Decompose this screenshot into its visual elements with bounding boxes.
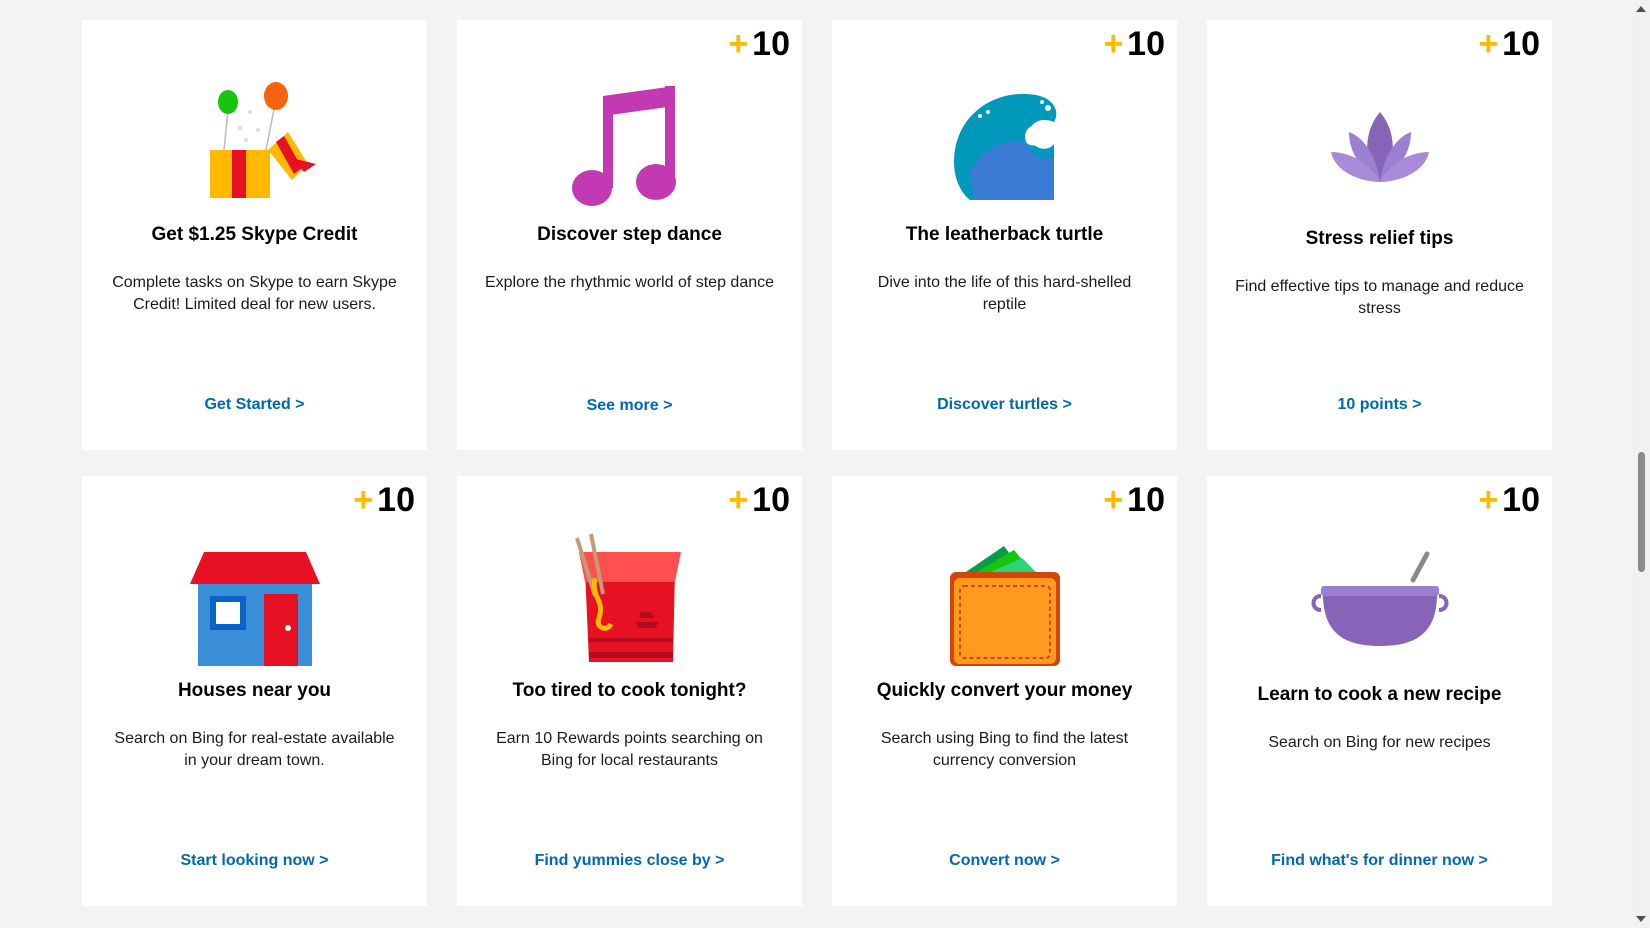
card-description: Find effective tips to manage and reduce… [1235,278,1524,317]
card-description: Search on Bing for real-estate available… [114,730,395,769]
card-title: Houses near you [177,680,332,701]
plus-icon: + [1103,481,1124,519]
plus-icon: + [728,25,749,63]
music-note-icon [555,72,705,222]
vertical-scrollbar[interactable] [1633,0,1650,928]
points-value: 10 [377,481,415,519]
offer-card-houses[interactable]: +10 Houses near you Search on Bing for r… [82,476,427,906]
plus-icon: + [728,481,749,519]
card-link[interactable]: Convert now > [832,852,1177,870]
card-link[interactable]: Find what's for dinner now > [1207,852,1552,870]
points-value: 10 [1502,481,1540,519]
plus-icon: + [353,481,374,519]
card-title: The leatherback turtle [905,224,1104,245]
ocean-wave-icon [930,72,1080,222]
card-link[interactable]: Discover turtles > [832,396,1177,414]
offer-card-recipes[interactable]: +10 Learn to cook a new recipe Search on… [1207,476,1552,906]
points-value: 10 [752,481,790,519]
points-value: 10 [752,25,790,63]
points-badge: +10 [1103,480,1165,520]
card-description: Search using Bing to find the latest cur… [880,730,1129,769]
wallet-icon [930,528,1080,678]
points-badge: +10 [1478,24,1540,64]
plus-icon: + [1103,25,1124,63]
house-icon [180,528,330,678]
card-description: Explore the rhythmic world of step dance [484,274,775,291]
card-title: Too tired to cook tonight? [512,680,747,701]
rewards-page: Get $1.25 Skype Credit Complete tasks on… [0,0,1650,928]
card-title: Get $1.25 Skype Credit [151,224,358,245]
points-badge: +10 [728,480,790,520]
points-badge: +10 [1103,24,1165,64]
gift-balloons-icon [180,72,330,222]
plus-icon: + [1478,481,1499,519]
card-link[interactable]: Get Started > [82,396,427,414]
lotus-icon [1305,72,1455,222]
cooking-pot-icon [1305,528,1455,678]
points-badge: +10 [1478,480,1540,520]
card-title: Discover step dance [537,224,722,245]
takeout-box-icon [555,528,705,678]
points-value: 10 [1127,25,1165,63]
points-badge: +10 [728,24,790,64]
card-title: Stress relief tips [1305,228,1454,249]
plus-icon: + [1478,25,1499,63]
card-link[interactable]: Start looking now > [82,852,427,870]
points-badge: +10 [353,480,415,520]
offers-grid: Get $1.25 Skype Credit Complete tasks on… [82,20,1554,906]
points-value: 10 [1502,25,1540,63]
scroll-down-arrow-icon[interactable] [1636,916,1646,922]
scrollbar-thumb[interactable] [1638,452,1645,572]
card-description: Search on Bing for new recipes [1268,734,1491,751]
card-title: Learn to cook a new recipe [1257,684,1502,705]
offer-card-stress-relief[interactable]: +10 Stress relief tips Find effective ti… [1207,20,1552,450]
card-description: Earn 10 Rewards points searching on Bing… [496,730,763,769]
card-link[interactable]: See more > [457,397,802,415]
offer-card-currency[interactable]: +10 Quickly convert your money Search us… [832,476,1177,906]
offer-card-step-dance[interactable]: +10 Discover step dance Explore the rhyt… [457,20,802,450]
card-link[interactable]: Find yummies close by > [457,852,802,870]
offer-card-skype-credit[interactable]: Get $1.25 Skype Credit Complete tasks on… [82,20,427,450]
card-title: Quickly convert your money [876,680,1133,701]
card-description: Dive into the life of this hard-shelled … [877,274,1132,313]
card-link[interactable]: 10 points > [1207,396,1552,414]
offer-card-restaurants[interactable]: +10 Too tired to cook tonight? Earn 10 R… [457,476,802,906]
points-value: 10 [1127,481,1165,519]
offer-card-leatherback-turtle[interactable]: +10 The leatherback turtle Dive into the… [832,20,1177,450]
card-description: Complete tasks on Skype to earn Skype Cr… [112,274,397,313]
scroll-up-arrow-icon[interactable] [1636,6,1646,12]
